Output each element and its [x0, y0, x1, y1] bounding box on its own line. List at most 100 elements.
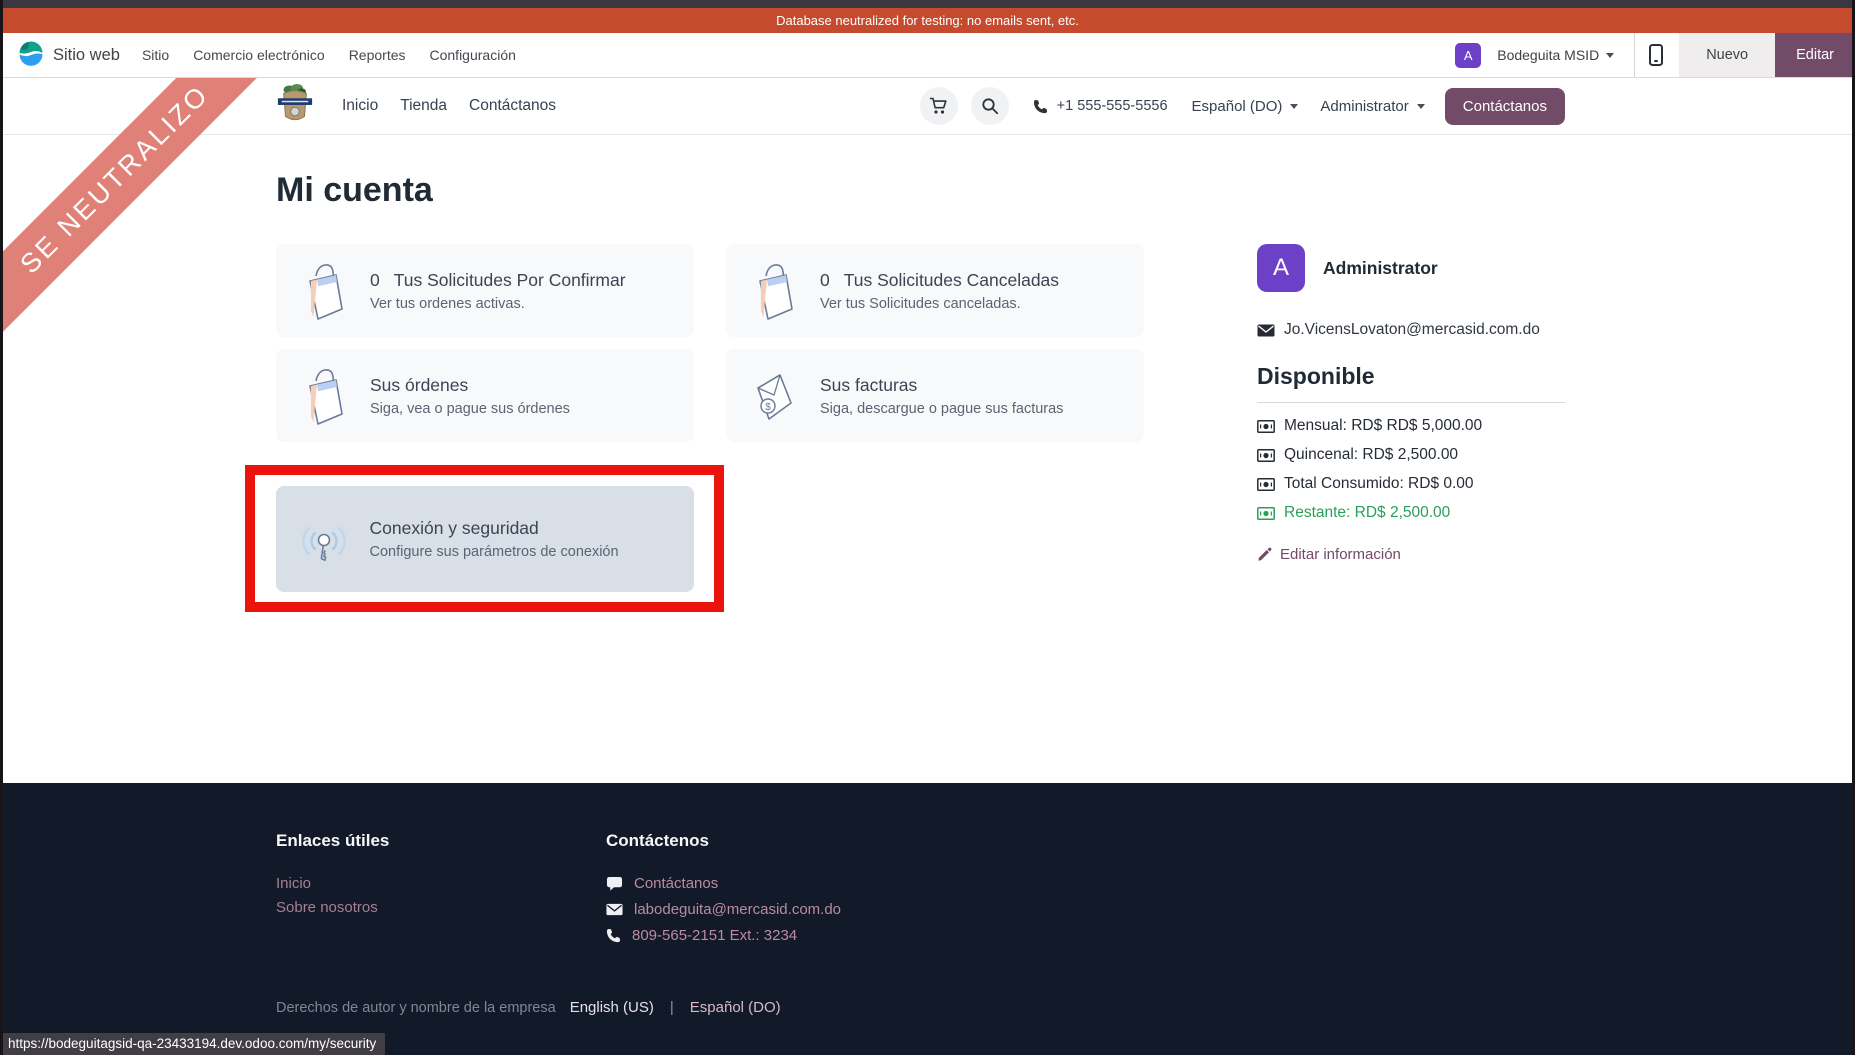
chevron-down-icon: [1290, 104, 1298, 109]
user-name: Administrator: [1320, 98, 1408, 115]
language-dropdown[interactable]: Español (DO): [1192, 98, 1299, 115]
edit-info-label: Editar información: [1280, 546, 1401, 563]
stat-mensual: Mensual: RD$ RD$ 5,000.00: [1257, 417, 1565, 435]
nav-tienda[interactable]: Tienda: [400, 97, 447, 115]
chevron-down-icon: [1417, 104, 1425, 109]
shopping-bag-icon: [746, 259, 802, 323]
backend-menu-sitio[interactable]: Sitio: [140, 43, 171, 67]
main-content: Mi cuenta 0Tus So: [0, 135, 1855, 783]
card-title: Tus Solicitudes Canceladas: [844, 270, 1059, 291]
shopping-bag-icon: [296, 259, 352, 323]
card-subtitle: Siga, vea o pague sus órdenes: [370, 401, 570, 417]
user-dropdown[interactable]: Administrator: [1320, 98, 1424, 115]
pencil-icon: [1257, 547, 1272, 562]
chevron-down-icon: [1606, 53, 1614, 58]
search-button[interactable]: [971, 87, 1009, 125]
company-switcher[interactable]: Bodeguita MSID: [1497, 47, 1614, 63]
neutralized-banner-text: Database neutralized for testing: no ema…: [776, 13, 1079, 28]
shopping-bag-icon: [296, 364, 352, 428]
mobile-preview-icon[interactable]: [1649, 44, 1663, 66]
odoo-app-brand[interactable]: Sitio web: [18, 40, 120, 71]
website-page: SE NEUTRALIZO Inicio Tienda Contáctanos: [0, 78, 1855, 1055]
edit-button[interactable]: Editar: [1775, 33, 1855, 77]
card-sus-facturas[interactable]: $ Sus facturas Siga, descargue o pague s…: [726, 349, 1144, 442]
backend-menu-ecommerce[interactable]: Comercio electrónico: [191, 43, 327, 67]
card-title: Conexión y seguridad: [370, 518, 539, 539]
footer-phone-label: 809-565-2151 Ext.: 3234: [632, 927, 797, 944]
language-link-espanol[interactable]: Español (DO): [690, 999, 781, 1016]
footer-email-link[interactable]: labodeguita@mercasid.com.do: [606, 901, 841, 918]
company-name: Bodeguita MSID: [1497, 47, 1599, 63]
card-count: 0: [370, 270, 380, 291]
available-section-title: Disponible: [1257, 363, 1565, 390]
banknote-icon: [1257, 507, 1275, 520]
stat-label: Quincenal: RD$ 2,500.00: [1284, 446, 1458, 464]
phone-icon: [606, 928, 621, 943]
backend-menu-configuracion[interactable]: Configuración: [428, 43, 518, 67]
site-nav: Inicio Tienda Contáctanos: [342, 97, 556, 115]
backend-menu-reportes[interactable]: Reportes: [347, 43, 408, 67]
footer-link-inicio[interactable]: Inicio: [276, 875, 606, 892]
window-border-left: [0, 0, 3, 1055]
banknote-icon: [1257, 449, 1275, 462]
avatar: A: [1257, 244, 1305, 292]
card-title: Sus facturas: [820, 375, 917, 396]
footer-link-sobre-nosotros[interactable]: Sobre nosotros: [276, 899, 606, 916]
phone-icon: [1033, 99, 1048, 114]
envelope-icon: [606, 903, 623, 916]
new-button[interactable]: Nuevo: [1679, 33, 1775, 77]
card-sus-ordenes[interactable]: Sus órdenes Siga, vea o pague sus órdene…: [276, 349, 694, 442]
envelope-icon: [1257, 324, 1275, 337]
stat-quincenal: Quincenal: RD$ 2,500.00: [1257, 446, 1565, 464]
sidebar-user-email: Jo.VicensLovaton@mercasid.com.do: [1284, 321, 1540, 339]
invoice-icon: $: [746, 364, 802, 428]
highlight-annotation: Conexión y seguridad Configure sus parám…: [245, 465, 724, 612]
card-title: Sus órdenes: [370, 375, 468, 396]
contact-button[interactable]: Contáctanos: [1445, 88, 1565, 125]
banknote-icon: [1257, 478, 1275, 491]
card-solicitudes-por-confirmar[interactable]: 0 Tus Solicitudes Por Confirmar Ver tus o…: [276, 244, 694, 337]
cart-button[interactable]: [920, 87, 958, 125]
search-icon: [981, 97, 999, 115]
site-header: Inicio Tienda Contáctanos: [0, 78, 1855, 135]
card-subtitle: Configure sus parámetros de conexión: [370, 544, 619, 560]
card-subtitle: Ver tus ordenes activas.: [370, 296, 626, 312]
card-subtitle: Ver tus Solicitudes canceladas.: [820, 296, 1059, 312]
account-sidebar: A Administrator Jo.VicensLovaton@mercasi…: [1257, 244, 1565, 612]
page-title: Mi cuenta: [276, 171, 1565, 210]
header-phone-number: +1 555-555-5556: [1057, 98, 1168, 114]
chat-bubble-icon: [606, 876, 623, 892]
card-conexion-seguridad[interactable]: Conexión y seguridad Configure sus parám…: [276, 486, 694, 592]
language-link-english[interactable]: English (US): [570, 999, 654, 1016]
backend-menubar: Sitio web Sitio Comercio electrónico Rep…: [0, 33, 1855, 78]
section-divider: [1257, 402, 1565, 403]
footer-contact-link[interactable]: Contáctanos: [606, 875, 841, 892]
status-url-tooltip: https://bodeguitagsid-qa-23433194.dev.od…: [3, 1033, 385, 1055]
menubar-divider: [1634, 33, 1635, 77]
footer-contact-title: Contáctenos: [606, 831, 841, 851]
svg-text:$: $: [765, 402, 771, 413]
cart-icon: [929, 97, 948, 115]
edit-info-link[interactable]: Editar información: [1257, 546, 1565, 563]
stat-restante: Restante: RD$ 2,500.00: [1257, 504, 1565, 522]
header-phone-link[interactable]: +1 555-555-5556: [1033, 98, 1168, 114]
nav-inicio[interactable]: Inicio: [342, 97, 378, 115]
stat-label: Restante: RD$ 2,500.00: [1284, 504, 1450, 522]
site-logo[interactable]: [276, 81, 314, 132]
website-app-icon: [18, 40, 44, 71]
language-separator: |: [670, 999, 674, 1016]
card-title: Tus Solicitudes Por Confirmar: [394, 270, 626, 291]
sidebar-user-name: Administrator: [1323, 258, 1438, 279]
footer-email-label: labodeguita@mercasid.com.do: [634, 901, 841, 918]
window-title-strip: [0, 0, 1855, 8]
footer-links-title: Enlaces útiles: [276, 831, 606, 851]
footer-phone-link[interactable]: 809-565-2151 Ext.: 3234: [606, 927, 841, 944]
nav-contactanos[interactable]: Contáctanos: [469, 97, 556, 115]
card-solicitudes-canceladas[interactable]: 0Tus Solicitudes Canceladas Ver tus Soli…: [726, 244, 1144, 337]
neutralized-banner: Database neutralized for testing: no ema…: [0, 8, 1855, 33]
backend-user-avatar[interactable]: A: [1455, 43, 1481, 68]
stat-total-consumido: Total Consumido: RD$ 0.00: [1257, 475, 1565, 493]
language-current: Español (DO): [1192, 98, 1283, 115]
security-key-icon: [296, 507, 352, 571]
footer-contact-label: Contáctanos: [634, 875, 718, 892]
